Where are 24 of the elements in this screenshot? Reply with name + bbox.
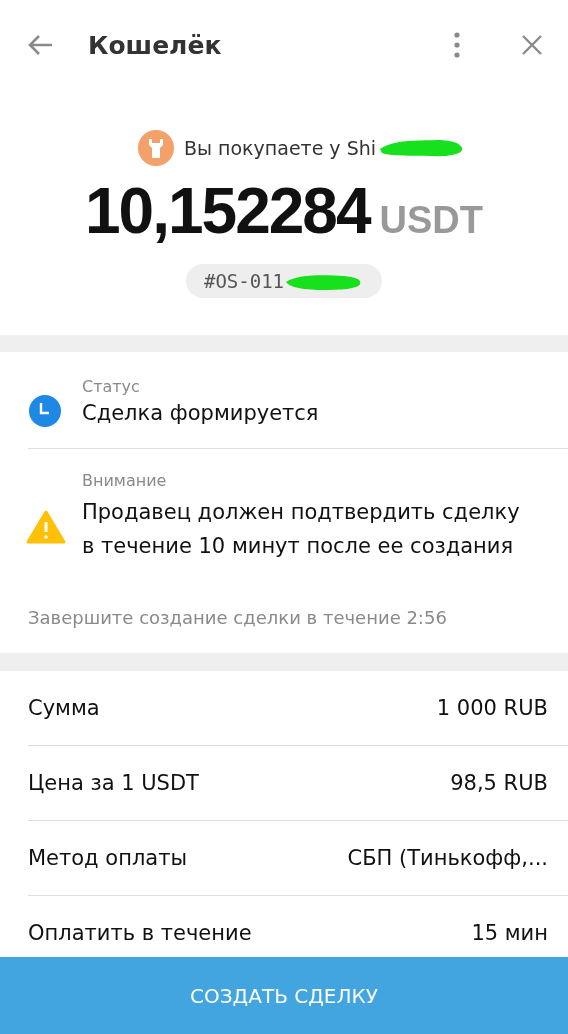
timer-text: Завершите создание сделки в течение 2:56: [28, 606, 448, 630]
close-icon[interactable]: [522, 35, 542, 55]
warning-text: Продавец должен подтвердить сделку в течение 10 минут после ее создания: [82, 499, 521, 560]
currency-code: USDT: [379, 199, 483, 242]
clock-icon: [28, 394, 62, 428]
detail-value: 98,5 RUB: [450, 771, 548, 795]
seller-text: Вы покупаете у Shi: [183, 137, 377, 159]
back-arrow-icon[interactable]: [28, 34, 54, 56]
detail-value: 15 мин: [471, 921, 548, 945]
more-options-icon[interactable]: [454, 32, 460, 58]
detail-value: СБП (Тинькофф,...: [347, 846, 548, 870]
detail-label: Цена за 1 USDT: [28, 771, 199, 795]
detail-label: Метод оплаты: [28, 846, 187, 870]
create-deal-button[interactable]: СОЗДАТЬ СДЕЛКУ: [0, 957, 568, 1034]
status-value: Сделка формируется: [82, 401, 319, 425]
detail-label: Оплатить в течение: [28, 921, 252, 945]
header-title: Кошелёк: [88, 30, 223, 60]
order-id: #OS-011: [203, 270, 285, 292]
warning-icon: [26, 510, 66, 544]
amount-value: 10,152284: [85, 174, 370, 248]
status-label: Статус: [82, 377, 141, 396]
warning-label: Внимание: [82, 471, 168, 490]
detail-label: Сумма: [28, 696, 100, 720]
detail-value: 1 000 RUB: [436, 696, 548, 720]
